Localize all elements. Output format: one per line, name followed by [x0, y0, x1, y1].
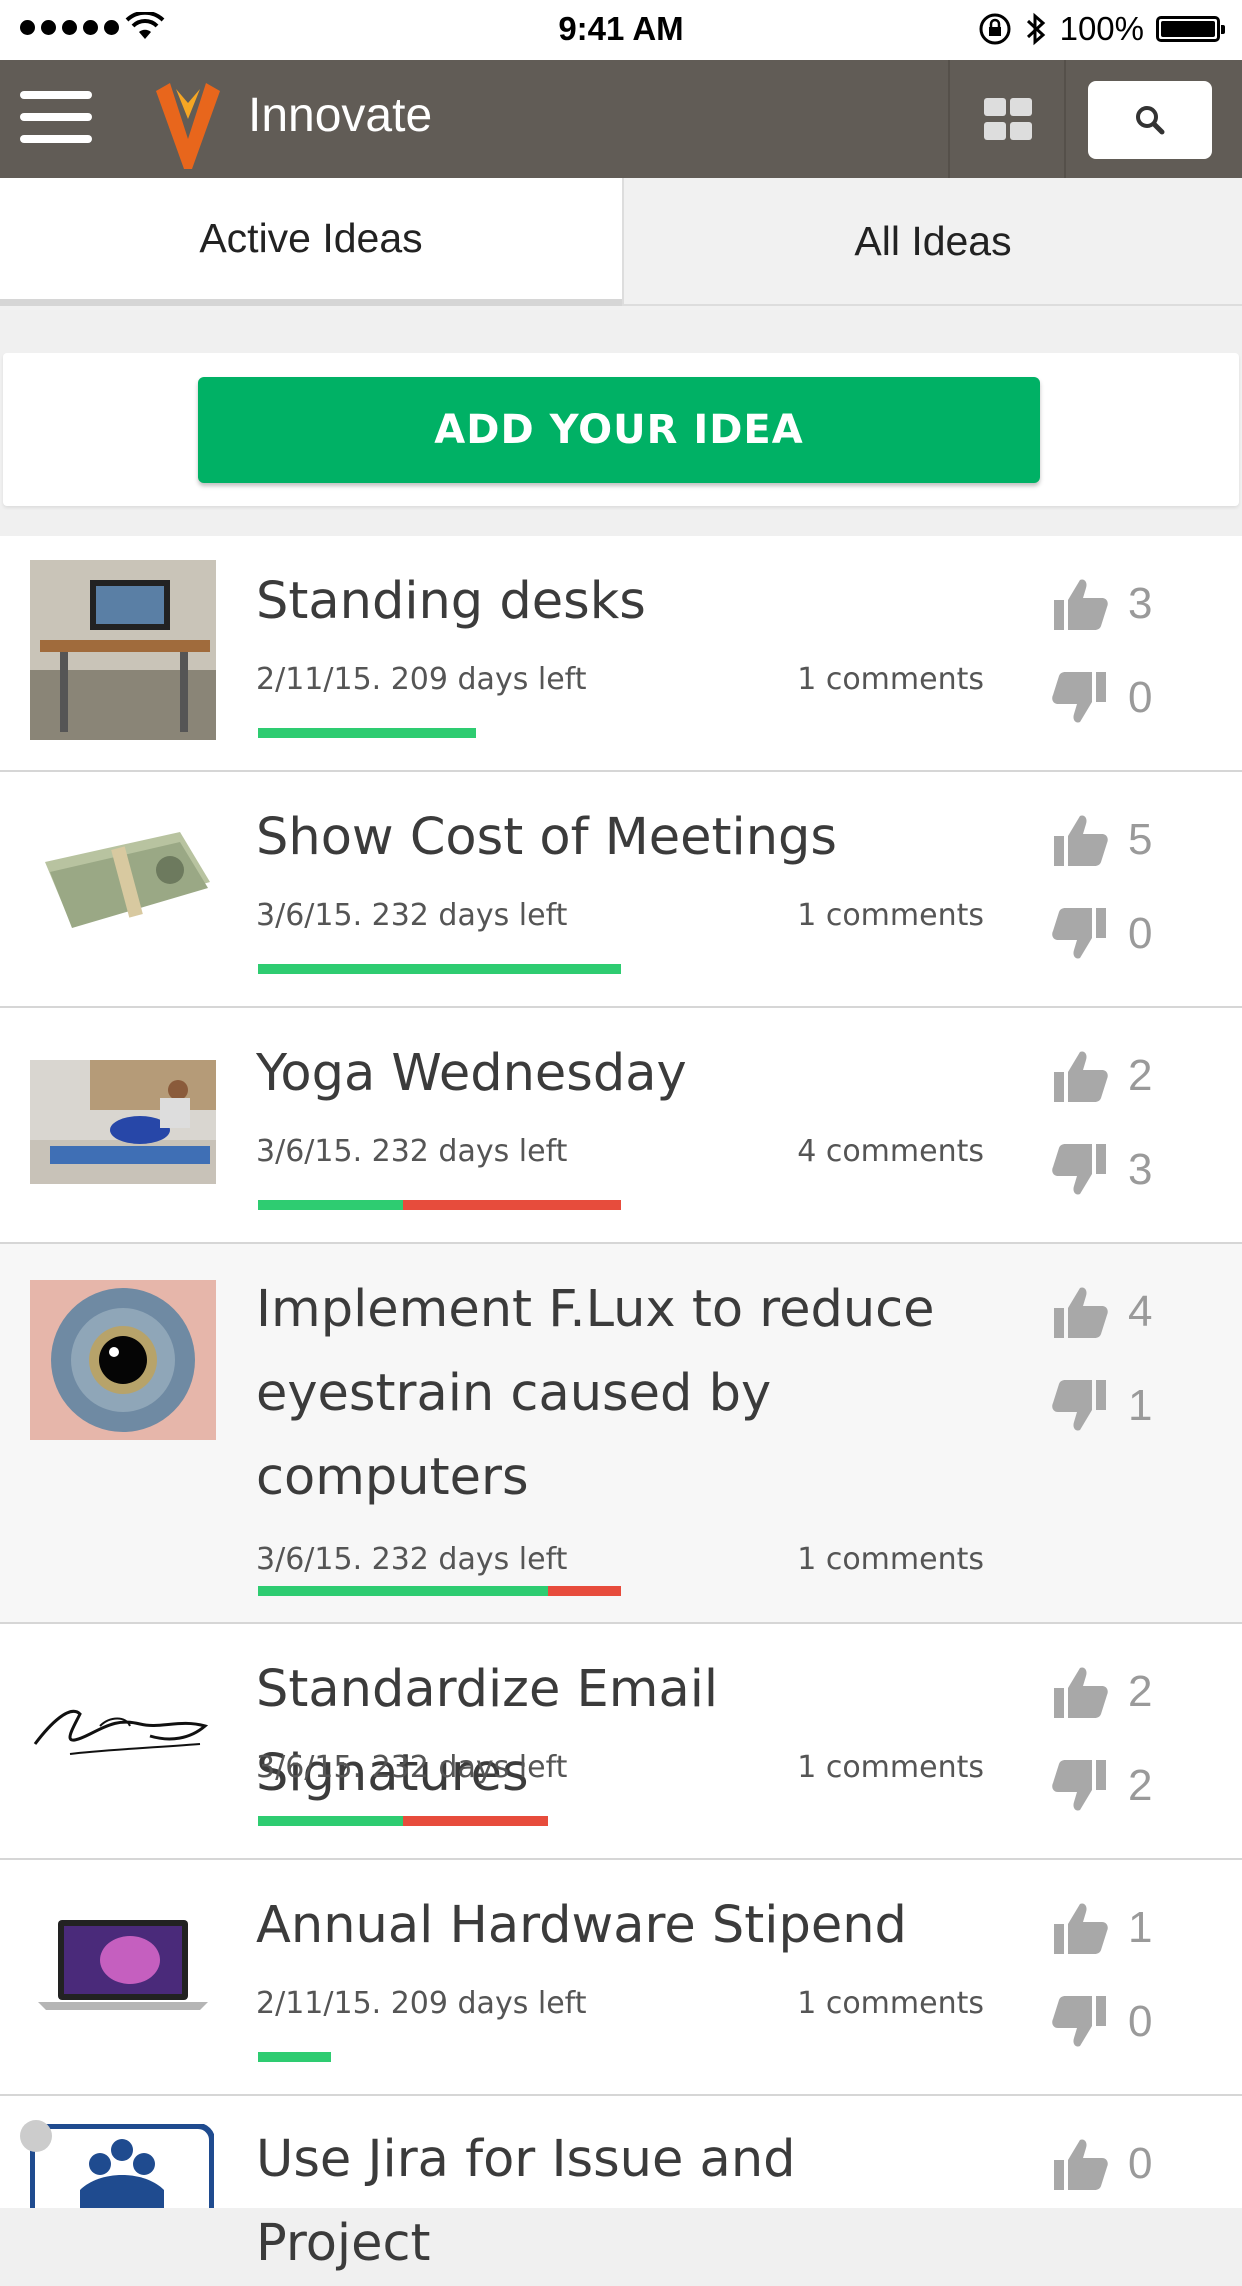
idea-date: 3/6/15. 232 days left: [256, 898, 568, 933]
idea-thumbnail: [30, 1280, 216, 1440]
idea-thumbnail: [30, 560, 216, 740]
upvote-count: 3: [1128, 579, 1153, 628]
idea-thumbnail: [30, 1060, 216, 1184]
vote-ratio-bar: [258, 1200, 621, 1210]
add-idea-button[interactable]: ADD YOUR IDEA: [198, 377, 1040, 483]
idea-date: 2/11/15. 209 days left: [256, 662, 587, 697]
upvote-count: 0: [1128, 2139, 1153, 2188]
thumbs-down-icon: [1052, 1144, 1106, 1195]
upvote-count: 4: [1128, 1287, 1153, 1336]
vote-ratio-bar: [258, 2052, 331, 2062]
thumbs-up-icon: [1054, 815, 1108, 866]
battery-percent: 100%: [1059, 10, 1144, 47]
upvote-button[interactable]: 4: [1050, 1282, 1152, 1342]
thumbs-down-icon: [1052, 672, 1106, 723]
grid-view-button[interactable]: [948, 60, 1066, 178]
idea-comments[interactable]: 1 comments: [797, 1750, 984, 1785]
upvote-count: 1: [1128, 1903, 1153, 1952]
app-header: Innovate: [0, 60, 1242, 178]
idea-title[interactable]: Implement F.Lux to reduce eyestrain caus…: [256, 1268, 936, 1520]
downvote-button[interactable]: 0: [1050, 904, 1152, 964]
idea-row[interactable]: Annual Hardware Stipend 2/11/15. 209 day…: [0, 1860, 1242, 2096]
vote-ratio-bar: [258, 964, 621, 974]
vote-ratio-bar: [258, 1816, 548, 1826]
idea-comments[interactable]: 1 comments: [797, 1986, 984, 2021]
vote-ratio-bar: [258, 728, 476, 738]
orientation-lock-icon: [979, 13, 1011, 45]
battery-icon: [1156, 16, 1225, 42]
idea-title[interactable]: Standing desks: [256, 560, 936, 644]
thumbs-up-icon: [1054, 1667, 1108, 1718]
downvote-button[interactable]: 0: [1050, 668, 1152, 728]
downvote-button[interactable]: 0: [1050, 1992, 1152, 2052]
idea-row[interactable]: Yoga Wednesday 3/6/15. 232 days left 4 c…: [0, 1008, 1242, 1244]
tab-active-ideas[interactable]: Active Ideas: [0, 178, 622, 306]
upvote-count: 5: [1128, 815, 1153, 864]
thumbs-down-icon: [1052, 908, 1106, 959]
downvote-count: 2: [1128, 1761, 1153, 1810]
thumbs-up-icon: [1054, 1287, 1108, 1338]
idea-comments[interactable]: 1 comments: [797, 1542, 984, 1577]
downvote-button[interactable]: 3: [1050, 1140, 1152, 1200]
idea-comments[interactable]: 1 comments: [797, 898, 984, 933]
upvote-count: 2: [1128, 1667, 1153, 1716]
upvote-button[interactable]: 3: [1050, 574, 1152, 634]
idea-row[interactable]: Standardize Email Signatures 3/6/15. 232…: [0, 1624, 1242, 1860]
thumbs-up-icon: [1054, 1903, 1108, 1954]
grid-icon: [984, 98, 1006, 116]
tab-all-ideas[interactable]: All Ideas: [622, 178, 1242, 306]
idea-title[interactable]: Show Cost of Meetings: [256, 796, 936, 880]
thumbs-down-icon: [1052, 1380, 1106, 1431]
status-bar: 9:41 AM 100%: [0, 0, 1242, 60]
idea-thumbnail: [30, 812, 216, 942]
idea-date: 2/11/15. 209 days left: [256, 1986, 587, 2021]
idea-row[interactable]: Show Cost of Meetings 3/6/15. 232 days l…: [0, 772, 1242, 1008]
idea-thumbnail: [30, 2124, 214, 2208]
idea-thumbnail: [30, 1910, 216, 2020]
thumbs-up-icon: [1054, 2139, 1108, 2190]
thumbs-up-icon: [1054, 579, 1108, 630]
downvote-button[interactable]: 1: [1050, 1376, 1152, 1436]
thumbs-up-icon: [1054, 1051, 1108, 1102]
idea-row[interactable]: Implement F.Lux to reduce eyestrain caus…: [0, 1244, 1242, 1624]
downvote-count: 0: [1128, 909, 1153, 958]
vote-ratio-bar: [258, 1586, 621, 1596]
idea-comments[interactable]: 1 comments: [797, 662, 984, 697]
idea-comments[interactable]: 4 comments: [797, 1134, 984, 1169]
idea-date: 3/6/15. 232 days left: [256, 1134, 568, 1169]
idea-row[interactable]: Use Jira for Issue and Project 0: [0, 2096, 1242, 2273]
scroll-indicator: [20, 2120, 52, 2152]
menu-icon[interactable]: [20, 91, 92, 143]
tab-bar: Active Ideas All Ideas: [0, 178, 1242, 310]
idea-date: 3/6/15. 232 days left: [256, 1542, 568, 1577]
bluetooth-icon: [1026, 12, 1045, 46]
upvote-button[interactable]: 5: [1050, 810, 1152, 870]
idea-thumbnail: [30, 1664, 216, 1794]
idea-title[interactable]: Use Jira for Issue and Project: [256, 2118, 936, 2286]
search-button[interactable]: [1088, 81, 1212, 159]
app-title: Innovate: [248, 89, 433, 142]
upvote-count: 2: [1128, 1051, 1153, 1100]
idea-date: 3/6/15. 232 days left: [256, 1750, 568, 1785]
idea-title[interactable]: Annual Hardware Stipend: [256, 1884, 936, 1968]
downvote-count: 1: [1128, 1381, 1153, 1430]
search-icon: [1136, 106, 1165, 135]
thumbs-down-icon: [1052, 1996, 1106, 2047]
downvote-count: 0: [1128, 1997, 1153, 2046]
upvote-button[interactable]: 2: [1050, 1046, 1152, 1106]
upvote-button[interactable]: 0: [1050, 2134, 1152, 2194]
idea-title[interactable]: Standardize Email Signatures: [256, 1648, 936, 1816]
downvote-count: 0: [1128, 673, 1153, 722]
upvote-button[interactable]: 2: [1050, 1662, 1152, 1722]
thumbs-down-icon: [1052, 1760, 1106, 1811]
app-logo: [156, 83, 220, 169]
downvote-count: 3: [1128, 1145, 1153, 1194]
idea-row[interactable]: Standing desks 2/11/15. 209 days left 1 …: [0, 536, 1242, 772]
upvote-button[interactable]: 1: [1050, 1898, 1152, 1958]
idea-title[interactable]: Yoga Wednesday: [256, 1032, 936, 1116]
downvote-button[interactable]: 2: [1050, 1756, 1152, 1816]
